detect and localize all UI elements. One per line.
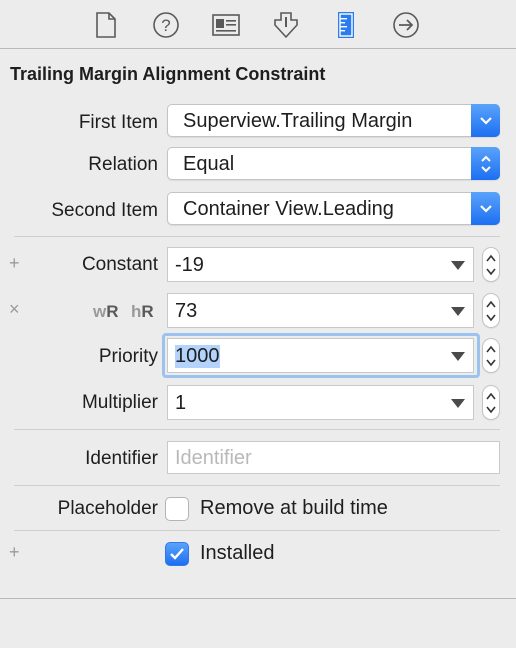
dropdown-arrow-icon[interactable] bbox=[451, 399, 465, 408]
first-item-value: Superview.Trailing Margin bbox=[183, 110, 413, 132]
identifier-label: Identifier bbox=[85, 448, 158, 469]
connections-inspector-icon[interactable] bbox=[391, 10, 421, 40]
installed-label[interactable]: Installed bbox=[200, 542, 275, 565]
add-variation-button[interactable]: + bbox=[9, 253, 20, 274]
multiplier-label: Multiplier bbox=[81, 392, 158, 413]
multiplier-stepper[interactable] bbox=[482, 385, 500, 420]
height-class-value: R bbox=[141, 302, 154, 321]
constant-label: Constant bbox=[81, 254, 158, 275]
add-installed-variation-button[interactable]: + bbox=[9, 542, 20, 563]
up-down-chevron-icon[interactable] bbox=[471, 147, 500, 180]
attributes-inspector-icon[interactable] bbox=[271, 10, 301, 40]
relation-popup[interactable]: Equal bbox=[167, 147, 500, 180]
priority-stepper[interactable] bbox=[482, 338, 500, 373]
width-class-prefix: w bbox=[93, 302, 107, 321]
identifier-field[interactable]: Identifier bbox=[167, 441, 500, 474]
first-item-popup[interactable]: Superview.Trailing Margin bbox=[167, 104, 500, 137]
identifier-placeholder: Identifier bbox=[175, 447, 252, 469]
height-class-prefix: h bbox=[131, 302, 142, 321]
identity-inspector-icon[interactable] bbox=[211, 10, 241, 40]
multiplier-value[interactable]: 1 bbox=[175, 392, 186, 415]
relation-value: Equal bbox=[183, 153, 235, 175]
constant-stepper[interactable] bbox=[482, 247, 500, 282]
file-inspector-icon[interactable] bbox=[91, 10, 121, 40]
multiplier-combo[interactable]: 1 bbox=[167, 385, 474, 420]
separator bbox=[14, 236, 500, 237]
separator bbox=[14, 429, 500, 430]
installed-checkbox[interactable] bbox=[165, 542, 189, 566]
first-item-label: First Item bbox=[78, 112, 158, 133]
quick-help-icon[interactable]: ? bbox=[151, 10, 181, 40]
separator bbox=[14, 485, 500, 486]
inspector-toolbar: ? bbox=[0, 0, 516, 49]
priority-label: Priority bbox=[98, 346, 158, 367]
second-item-value: Container View.Leading bbox=[183, 198, 394, 220]
separator bbox=[14, 530, 500, 531]
chevron-down-icon[interactable] bbox=[471, 104, 500, 137]
second-item-popup[interactable]: Container View.Leading bbox=[167, 192, 500, 225]
svg-text:?: ? bbox=[161, 16, 170, 35]
constant-combo[interactable]: -19 bbox=[167, 247, 474, 282]
variation-constant-stepper[interactable] bbox=[482, 293, 500, 328]
checkmark-icon bbox=[170, 548, 184, 560]
second-item-label: Second Item bbox=[51, 200, 158, 221]
priority-combo[interactable]: 1000 bbox=[167, 338, 474, 373]
remove-at-build-time-label[interactable]: Remove at build time bbox=[200, 497, 388, 520]
width-class-value: R bbox=[106, 302, 119, 321]
size-inspector-icon[interactable] bbox=[331, 10, 361, 40]
bottom-divider bbox=[0, 598, 516, 599]
remove-variation-button[interactable]: × bbox=[9, 299, 20, 320]
variation-constant-value[interactable]: 73 bbox=[175, 300, 197, 323]
placeholder-label: Placeholder bbox=[57, 498, 158, 519]
dropdown-arrow-icon[interactable] bbox=[451, 352, 465, 361]
relation-label: Relation bbox=[88, 154, 158, 175]
width-size-class: wR bbox=[93, 302, 119, 322]
height-size-class: hR bbox=[131, 302, 154, 322]
remove-at-build-time-checkbox[interactable] bbox=[165, 497, 189, 521]
constant-value[interactable]: -19 bbox=[175, 254, 204, 277]
priority-value[interactable]: 1000 bbox=[175, 345, 220, 368]
constraint-title: Trailing Margin Alignment Constraint bbox=[10, 64, 326, 84]
variation-constant-combo[interactable]: 73 bbox=[167, 293, 474, 328]
dropdown-arrow-icon[interactable] bbox=[451, 307, 465, 316]
chevron-down-icon[interactable] bbox=[471, 192, 500, 225]
dropdown-arrow-icon[interactable] bbox=[451, 261, 465, 270]
